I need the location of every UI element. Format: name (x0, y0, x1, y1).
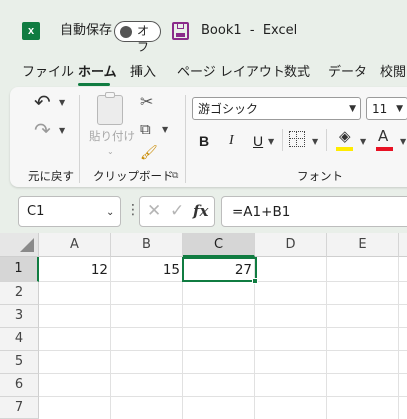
tool-divider (282, 129, 283, 151)
column-header-b[interactable]: B (111, 233, 183, 257)
tab-insert[interactable]: 挿入 (130, 65, 156, 81)
bold-button[interactable]: B (199, 132, 209, 150)
column-header-c[interactable]: C (183, 233, 255, 257)
clipboard-launcher-icon[interactable]: ⧉ (172, 171, 178, 181)
undo-icon[interactable]: ↶ (34, 91, 51, 113)
paste-dropdown-caret[interactable]: ⌄ (107, 147, 114, 157)
tab-formulas[interactable]: 数式 (284, 65, 310, 81)
column-header-f[interactable] (399, 233, 407, 257)
clipboard-group-label: クリップボード (93, 169, 174, 183)
document-title: Book1 - Excel (201, 23, 298, 38)
paste-button-label[interactable]: 貼り付け (89, 129, 135, 143)
column-header-d[interactable]: D (255, 233, 327, 257)
underline-dropdown-caret[interactable]: ▼ (268, 137, 274, 147)
column-header-e[interactable]: E (327, 233, 399, 257)
cancel-icon[interactable]: ✕ (147, 202, 161, 221)
insert-function-button[interactable]: fx (193, 202, 208, 221)
row-header-4[interactable]: 4 (0, 328, 39, 351)
copy-icon[interactable]: ⧉ (140, 120, 151, 138)
save-icon[interactable] (172, 22, 189, 40)
ribbon-tabs: ファイル ホーム 挿入 ページ レイアウト 数式 データ 校閲 (0, 60, 407, 86)
row-header-5[interactable]: 5 (0, 351, 39, 374)
name-box[interactable]: C1 ⌄ (18, 196, 121, 227)
paste-icon-clip (105, 92, 115, 98)
select-all-triangle-icon (20, 238, 34, 252)
font-color-swatch (376, 147, 393, 151)
save-icon-shutter (177, 24, 184, 29)
tab-file[interactable]: ファイル (22, 65, 74, 81)
gridline (398, 257, 399, 419)
active-cell-border (182, 257, 257, 282)
row-header-6[interactable]: 6 (0, 374, 39, 397)
formula-input[interactable]: =A1+B1 (221, 196, 407, 227)
font-size-select[interactable]: 11 ▼ (366, 97, 407, 120)
cell-b1[interactable]: 15 (112, 262, 180, 278)
group-divider (185, 95, 186, 183)
formula-buttons: ✕ ✓ fx (139, 196, 215, 227)
name-box-value: C1 (27, 204, 45, 219)
active-tab-indicator (78, 83, 110, 86)
redo-icon[interactable]: ↷ (34, 119, 51, 141)
autosave-state: オフ (137, 24, 150, 54)
ribbon-panel: ↶ ▼ ↷ ▼ 元に戻す 貼り付け ⌄ ✂ ⧉ ▼ 🖌 クリップボード ⧉ 游ゴ… (10, 87, 407, 187)
autosave-label: 自動保存 (60, 23, 113, 38)
fill-color-swatch (336, 147, 353, 151)
column-header-a[interactable]: A (39, 233, 111, 257)
gridline (39, 350, 407, 351)
tool-divider (326, 129, 327, 151)
italic-button[interactable]: I (229, 132, 234, 150)
gridline (39, 396, 407, 397)
row-header-3[interactable]: 3 (0, 305, 39, 328)
font-group-label: フォント (297, 169, 343, 183)
formula-bar-grip-icon[interactable]: ⋮ (126, 202, 140, 218)
copy-dropdown-caret[interactable]: ▼ (162, 125, 168, 135)
font-size-value: 11 (372, 102, 388, 116)
chevron-down-icon: ▼ (396, 104, 403, 114)
fill-dropdown-caret[interactable]: ▼ (360, 137, 366, 147)
row-header-7[interactable]: 7 (0, 397, 39, 419)
redo-dropdown-caret[interactable]: ▼ (59, 126, 65, 136)
toggle-knob (120, 25, 132, 38)
fill-handle[interactable] (252, 278, 258, 284)
row-header-1[interactable]: 1 (0, 257, 39, 282)
format-painter-icon[interactable]: 🖌 (140, 145, 158, 161)
tab-home[interactable]: ホーム (78, 65, 117, 81)
cut-icon[interactable]: ✂ (140, 93, 153, 111)
check-icon[interactable]: ✓ (170, 202, 184, 221)
gridline (326, 257, 327, 419)
worksheet-grid[interactable]: A B C D E 1 2 3 4 5 6 7 12 15 27 (0, 233, 407, 419)
font-name-value: 游ゴシック (198, 102, 259, 116)
undo-group-label: 元に戻す (28, 169, 74, 183)
tab-data[interactable]: データ (328, 65, 367, 81)
gridline (39, 327, 407, 328)
gridline (110, 257, 111, 419)
font-color-dropdown-caret[interactable]: ▼ (400, 137, 406, 147)
cell-a1[interactable]: 12 (40, 262, 108, 278)
underline-button[interactable]: U (253, 132, 263, 150)
gridline (39, 304, 407, 305)
formula-text: =A1+B1 (232, 204, 291, 220)
chevron-down-icon: ⌄ (106, 207, 115, 218)
undo-dropdown-caret[interactable]: ▼ (59, 98, 65, 108)
chevron-down-icon: ▼ (349, 104, 356, 114)
fill-color-icon[interactable]: ◈ (339, 128, 351, 144)
tab-page-layout[interactable]: ページ レイアウト (177, 65, 285, 81)
tab-review[interactable]: 校閲 (380, 65, 406, 81)
row-header-2[interactable]: 2 (0, 282, 39, 305)
font-color-icon[interactable]: A (378, 128, 388, 144)
autosave-toggle[interactable]: オフ (114, 21, 161, 54)
borders-dropdown-caret[interactable]: ▼ (312, 137, 318, 147)
borders-icon[interactable] (289, 131, 305, 147)
save-icon-label (176, 33, 185, 37)
font-name-select[interactable]: 游ゴシック ▼ (192, 97, 361, 120)
excel-app-icon: x (22, 22, 40, 40)
paste-icon[interactable] (97, 92, 123, 125)
borders-icon-v (296, 132, 297, 145)
select-all-button[interactable] (0, 233, 39, 257)
group-divider (79, 95, 80, 183)
gridline (39, 373, 407, 374)
